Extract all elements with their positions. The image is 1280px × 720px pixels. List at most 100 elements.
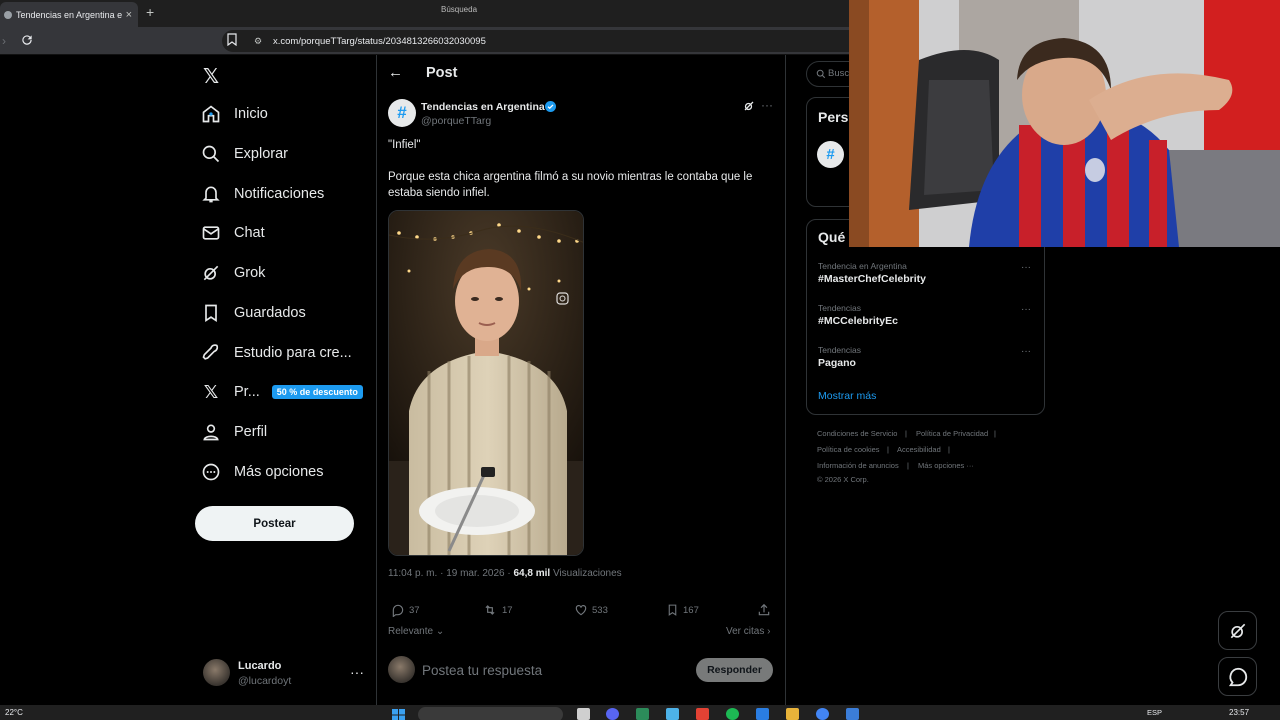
trend-name: #MasterChefCelebrity (818, 273, 926, 285)
sidebar-item-label: Estudio para cre... (234, 345, 352, 361)
verified-badge-icon (545, 101, 556, 112)
sidebar-item-estudio[interactable]: Estudio para cre... (200, 335, 352, 371)
reload-icon[interactable] (20, 33, 34, 47)
app-icon[interactable] (666, 708, 679, 720)
chrome-icon[interactable] (816, 708, 829, 720)
tab-close-icon[interactable]: × (126, 9, 132, 21)
app-icon[interactable] (846, 708, 859, 720)
trend-more-icon[interactable]: ··· (1021, 262, 1031, 273)
file-explorer-icon[interactable] (786, 708, 799, 720)
trends-title: Qué (818, 229, 846, 245)
repost-count: 17 (502, 604, 513, 616)
browser-tab[interactable]: Tendencias en Argentina en X × (0, 2, 138, 27)
url-text[interactable]: x.com/porqueTTarg/status/203481326603203… (273, 36, 486, 47)
tab-title: Tendencias en Argentina en X (16, 9, 122, 20)
spotify-icon[interactable] (726, 708, 739, 720)
repost-icon (485, 605, 495, 615)
relevant-people-title: Pers (818, 109, 849, 125)
footer-separator: | (905, 429, 907, 438)
taskbar-search-placeholder: Búsqueda (441, 5, 478, 14)
windows-start-icon[interactable] (392, 708, 405, 720)
grok-floating-button[interactable] (1218, 611, 1257, 650)
author-handle[interactable]: @porqueTTarg (421, 115, 491, 127)
author-name[interactable]: Tendencias en Argentina (421, 101, 545, 113)
tab-favicon-icon (4, 10, 12, 19)
trend-more-icon[interactable]: ··· (1021, 346, 1031, 357)
reply-action[interactable]: 37 (391, 603, 420, 617)
trend-name: #MCCelebrityEc (818, 315, 898, 327)
sidebar-item-explorar[interactable]: Explorar (200, 136, 288, 172)
sidebar-item-label: Explorar (234, 146, 288, 162)
video-thumbnail (389, 211, 583, 555)
chevron-right-icon: › (767, 626, 771, 637)
post-button[interactable]: Postear (195, 506, 354, 541)
bookmark-count: 167 (683, 604, 699, 616)
taskview-icon[interactable] (577, 708, 590, 720)
share-action[interactable] (757, 603, 775, 617)
relevant-person-avatar[interactable]: # (817, 141, 844, 168)
sidebar-item-perfil[interactable]: Perfil (200, 414, 267, 450)
post-time[interactable]: 11:04 p. m. (388, 568, 437, 579)
trend-more-icon[interactable]: ··· (1021, 304, 1031, 315)
site-info-icon[interactable]: ⚙ (254, 36, 262, 47)
sidebar-item-premium[interactable]: 𝕏 Pr... 50 % de descuento (200, 374, 363, 410)
taskbar-search[interactable] (418, 707, 563, 720)
sidebar-item-label: Notificaciones (234, 186, 325, 202)
footer-privacy-link[interactable]: Política de Privacidad (916, 429, 988, 438)
x-premium-icon: 𝕏 (203, 381, 219, 402)
post-more-icon[interactable]: ··· (761, 98, 773, 112)
back-arrow-icon[interactable]: ← (388, 64, 403, 81)
messages-floating-button[interactable] (1218, 657, 1257, 696)
sidebar-item-label: Perfil (234, 424, 268, 440)
discord-icon[interactable] (606, 708, 619, 720)
clock[interactable]: 23:57 (1229, 708, 1249, 717)
account-more-icon[interactable]: ··· (350, 664, 364, 680)
sidebar-item-guardados[interactable]: Guardados (200, 295, 306, 331)
footer-terms-link[interactable]: Condiciones de Servicio (817, 429, 897, 438)
bookmark-action[interactable]: 167 (666, 603, 699, 617)
language-indicator[interactable]: ESP (1147, 708, 1162, 717)
hashtag-glyph: # (397, 103, 407, 122)
app-icon[interactable] (636, 708, 649, 720)
x-logo-icon[interactable]: 𝕏 (203, 64, 219, 89)
avatar (203, 659, 230, 686)
sidebar-item-inicio[interactable]: Inicio (200, 96, 268, 132)
column-divider (376, 55, 377, 705)
show-more-link[interactable]: Mostrar más (818, 390, 876, 402)
like-action[interactable]: 533 (574, 603, 608, 617)
grok-explain-icon[interactable] (743, 100, 755, 112)
footer-ads-link[interactable]: Información de anuncios (817, 461, 899, 470)
footer-accessibility-link[interactable]: Accesibilidad (897, 445, 941, 454)
app-icon[interactable] (696, 708, 709, 720)
sidebar-item-notificaciones[interactable]: Notificaciones (200, 176, 324, 212)
forward-icon[interactable]: › (2, 34, 6, 48)
column-divider (785, 55, 786, 705)
bookmark-star-icon[interactable] (227, 33, 237, 46)
post-video[interactable] (388, 210, 584, 556)
new-tab-button[interactable]: + (146, 4, 154, 20)
sidebar-item-label: Más opciones (234, 464, 324, 480)
footer-more-link[interactable]: Más opciones ··· (918, 461, 974, 470)
post-date[interactable]: 19 mar. 2026 (446, 568, 504, 579)
share-icon (758, 603, 770, 616)
views-label: Visualizaciones (552, 568, 622, 579)
reply-input[interactable] (422, 660, 682, 680)
sidebar-item-label: Inicio (234, 106, 268, 122)
author-avatar[interactable]: # (388, 99, 416, 127)
account-switcher[interactable]: Lucardo @lucardoyt ··· (203, 656, 364, 692)
sidebar-item-grok[interactable]: Grok (200, 255, 265, 291)
rocket-icon (200, 342, 222, 364)
reply-button[interactable]: Responder (696, 658, 773, 682)
reply-icon (392, 604, 404, 617)
footer-cookies-link[interactable]: Política de cookies (817, 445, 880, 454)
app-icon[interactable] (756, 708, 769, 720)
sort-dropdown[interactable]: Relevante ⌄ (388, 626, 444, 637)
repost-action[interactable]: 17 (482, 603, 513, 617)
footer-separator: | (948, 445, 950, 454)
sidebar-item-chat[interactable]: Chat (200, 215, 265, 251)
weather-widget[interactable]: 22°C (5, 708, 23, 717)
user-icon (200, 421, 222, 443)
quotes-link[interactable]: Ver citas › (726, 626, 770, 637)
post-text-title: "Infiel" (388, 139, 421, 151)
sidebar-item-mas-opciones[interactable]: Más opciones (200, 454, 323, 490)
